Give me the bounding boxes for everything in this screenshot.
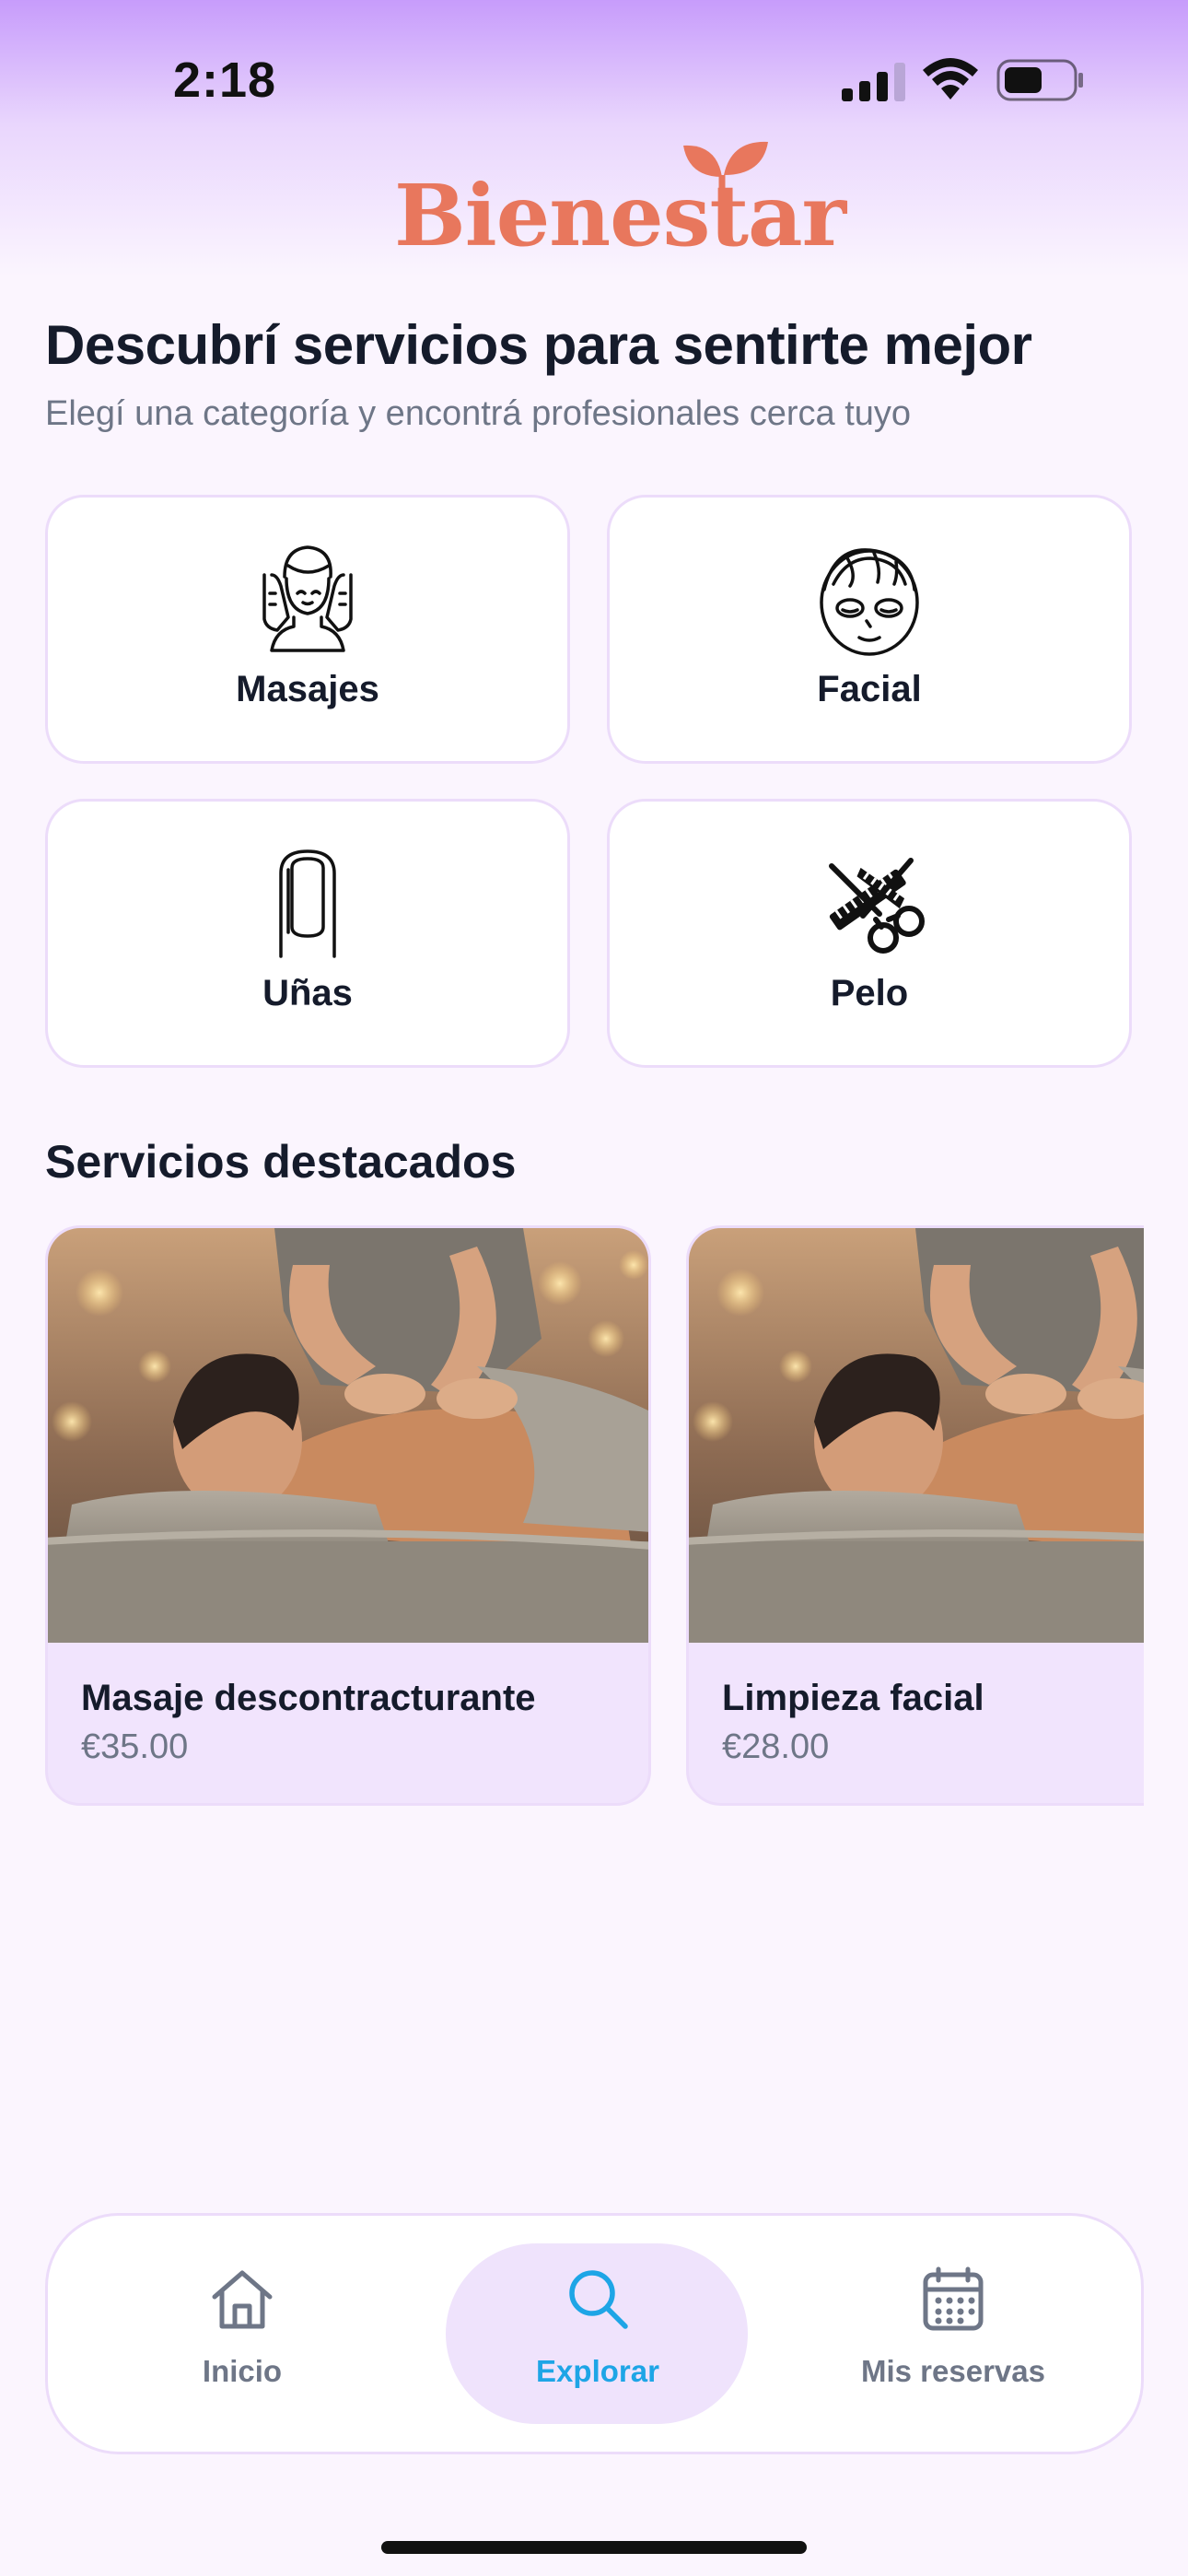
battery-icon	[996, 59, 1083, 101]
category-card-unas[interactable]: Uñas	[45, 799, 570, 1068]
brand-name: Bienestar	[394, 166, 846, 265]
home-indicator[interactable]	[381, 2541, 807, 2554]
brand-logo: Bienestar	[394, 138, 846, 267]
featured-service-price: €28.00	[722, 1727, 830, 1766]
wifi-icon	[923, 58, 978, 100]
face-mask-icon	[820, 548, 919, 656]
tab-inicio[interactable]: Inicio	[90, 2247, 394, 2422]
featured-service-price: €35.00	[81, 1727, 189, 1766]
tab-mis-reservas[interactable]: Mis reservas	[801, 2247, 1105, 2422]
search-icon	[569, 2270, 628, 2329]
tab-explorar[interactable]: Explorar	[446, 2247, 750, 2422]
featured-service-name: Masaje descontracturante	[81, 1678, 536, 1718]
page-subtitle: Elegí una categoría y encontrá profesion…	[45, 394, 912, 433]
category-card-masajes[interactable]: Masajes	[45, 495, 570, 764]
featured-section-title: Servicios destacados	[45, 1136, 517, 1188]
featured-service-name: Limpieza facial	[722, 1678, 984, 1718]
massage-face-icon	[262, 545, 353, 652]
tab-label: Mis reservas	[861, 2354, 1045, 2388]
bottom-tab-bar: Inicio Explorar Mis reservas	[45, 2213, 1144, 2454]
tab-label: Inicio	[202, 2354, 283, 2388]
scissors-comb-icon	[829, 858, 925, 954]
status-time: 2:18	[173, 53, 277, 108]
category-card-facial[interactable]: Facial	[607, 495, 1132, 764]
featured-card[interactable]: Limpieza facial €28.00	[686, 1225, 1144, 1806]
page-title: Descubrí servicios para sentirte mejor	[45, 314, 1032, 376]
featured-carousel[interactable]: Masaje descontracturante €35.00 Limpieza…	[45, 1225, 1144, 1808]
featured-card[interactable]: Masaje descontracturante €35.00	[45, 1225, 651, 1806]
calendar-icon	[923, 2266, 984, 2331]
category-label: Facial	[817, 669, 922, 709]
nail-icon	[279, 849, 336, 958]
tab-label: Explorar	[536, 2354, 659, 2388]
home-icon	[212, 2270, 273, 2329]
featured-service-image	[48, 1228, 648, 1643]
featured-service-image	[689, 1228, 1144, 1643]
sprout-leaf-icon	[683, 141, 768, 201]
status-bar: 2:18	[0, 0, 1188, 157]
category-label: Masajes	[236, 669, 379, 709]
cellular-signal-icon	[842, 63, 905, 101]
category-card-pelo[interactable]: Pelo	[607, 799, 1132, 1068]
category-label: Pelo	[830, 973, 909, 1013]
category-label: Uñas	[262, 973, 353, 1013]
